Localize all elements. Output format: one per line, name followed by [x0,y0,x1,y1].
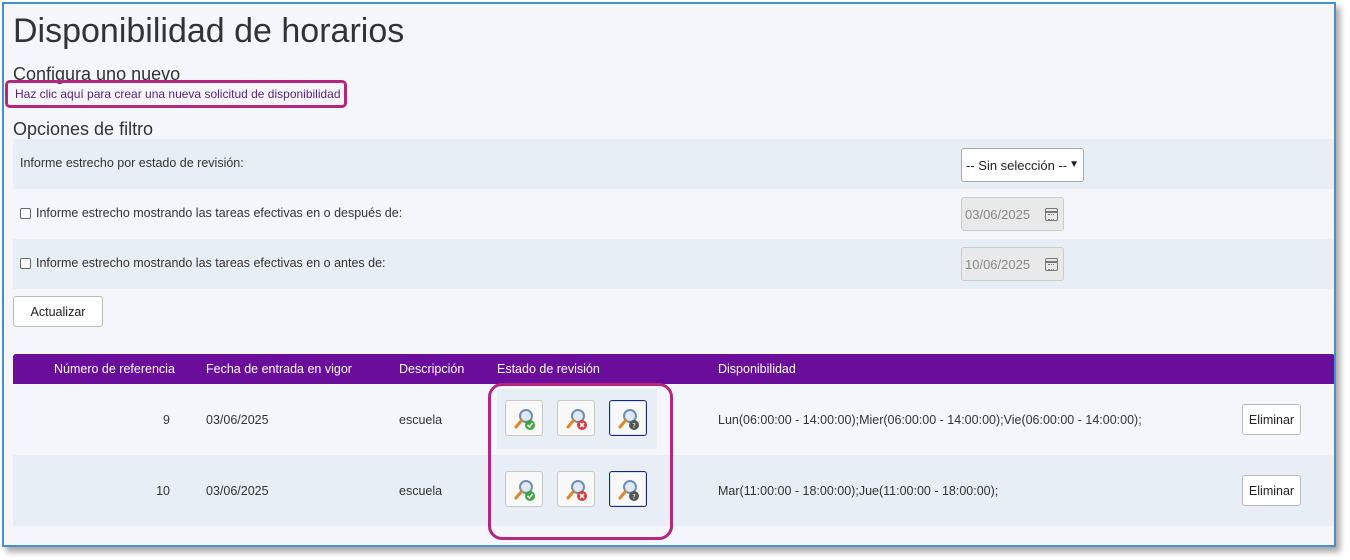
magnifier-check-icon [514,409,535,430]
magnifier-x-icon [566,480,587,501]
before-filter-label: Informe estrecho mostrando las tareas ef… [36,256,386,270]
filter-section-title: Opciones de filtro [13,119,154,139]
after-date-input[interactable]: 03/06/2025 [961,197,1064,231]
create-availability-link[interactable]: Haz clic aquí para crear una nueva solic… [15,87,341,101]
table-row: 9 03/06/2025 escuela ? Lun(06:00:00 - 14… [13,384,1334,455]
before-filter-label-group: Informe estrecho mostrando las tareas ef… [20,256,386,270]
magnifier-check-icon [514,480,535,501]
create-link-highlight: Haz clic aquí para crear una nueva solic… [5,80,347,108]
svg-text:?: ? [632,493,636,501]
window-frame: Disponibilidad de horarios Configura uno… [2,2,1336,547]
filter-row-status: Informe estrecho por estado de revisión:… [13,139,1334,189]
table-row: 10 03/06/2025 escuela ? Mar(11:00:00 - 1… [13,455,1334,526]
header-description: Descripción [399,362,465,376]
header-availability: Disponibilidad [718,362,796,376]
after-date-checkbox[interactable] [20,207,31,219]
header-review-status: Estado de revisión [497,362,600,376]
row-description: escuela [399,484,443,498]
magnifier-x-icon [566,409,587,430]
calendar-icon[interactable] [1045,258,1058,271]
status-filter-label: Informe estrecho por estado de revisión: [20,156,244,170]
after-filter-label-group: Informe estrecho mostrando las tareas ef… [20,206,402,220]
pending-review-button[interactable]: ? [609,471,647,507]
row-ref: 9 [163,413,170,427]
row-date: 03/06/2025 [206,413,269,427]
table-header: Número de referencia Fecha de entrada en… [13,354,1334,384]
svg-text:?: ? [632,422,636,430]
row-availability: Lun(06:00:00 - 14:00:00);Mier(06:00:00 -… [718,413,1142,427]
row-availability: Mar(11:00:00 - 18:00:00);Jue(11:00:00 - … [718,484,999,498]
magnifier-question-icon: ? [618,409,639,430]
review-status-group: ? [497,460,657,520]
after-date-value: 03/06/2025 [965,206,1031,222]
page-title: Disponibilidad de horarios [13,12,405,50]
before-date-input[interactable]: 10/06/2025 [961,247,1064,281]
update-button[interactable]: Actualizar [13,296,103,327]
before-date-checkbox[interactable] [20,257,31,269]
approve-review-button[interactable] [505,471,543,507]
filter-row-before: Informe estrecho mostrando las tareas ef… [13,239,1334,289]
before-date-value: 10/06/2025 [965,256,1031,272]
status-select-value: -- Sin selección -- [966,157,1068,173]
pending-review-button[interactable]: ? [609,400,647,436]
approve-review-button[interactable] [505,400,543,436]
chevron-down-icon: ▼ [1069,159,1079,170]
review-status-group: ? [497,389,657,449]
after-filter-label: Informe estrecho mostrando las tareas ef… [36,206,403,220]
filter-row-after: Informe estrecho mostrando las tareas ef… [13,189,1334,239]
reject-review-button[interactable] [557,471,595,507]
row-ref: 10 [156,484,170,498]
reject-review-button[interactable] [557,400,595,436]
header-date: Fecha de entrada en vigor [206,362,352,376]
status-select[interactable]: -- Sin selección -- ▼ [961,148,1084,182]
header-ref: Número de referencia [54,362,175,376]
delete-button[interactable]: Eliminar [1242,475,1301,506]
magnifier-question-icon: ? [618,480,639,501]
calendar-icon[interactable] [1045,208,1058,221]
row-date: 03/06/2025 [206,484,269,498]
delete-button[interactable]: Eliminar [1242,404,1301,435]
row-description: escuela [399,413,443,427]
